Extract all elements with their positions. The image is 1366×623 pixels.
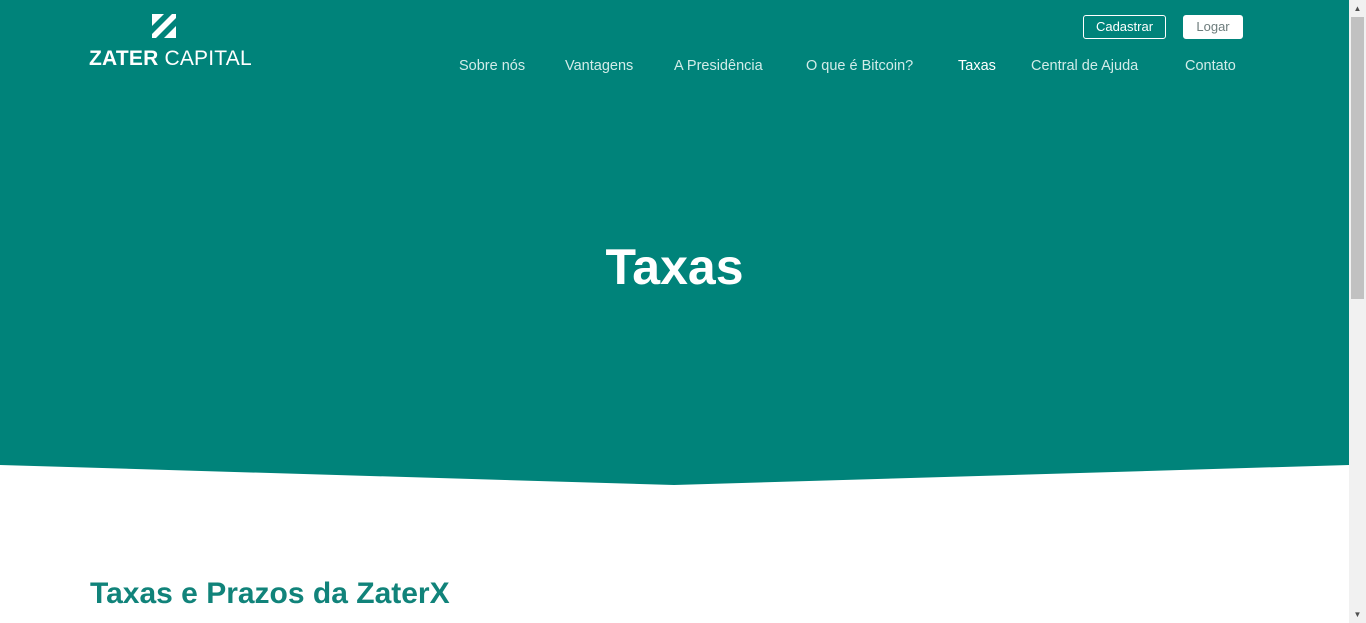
nav-item-taxas[interactable]: Taxas [958,57,996,75]
arrow-up-icon[interactable]: ▲ [1349,0,1366,17]
nav-item-central-de-ajuda[interactable]: Central de Ajuda [1031,57,1138,75]
page: ZATER CAPITAL Cadastrar Logar Sobre nós … [0,0,1349,623]
hero-banner: ZATER CAPITAL Cadastrar Logar Sobre nós … [0,0,1349,485]
vertical-scrollbar[interactable]: ▲ ▼ [1349,0,1366,623]
page-title: Taxas [605,239,744,295]
scrollbar-thumb[interactable] [1351,17,1364,299]
arrow-down-icon[interactable]: ▼ [1349,606,1366,623]
nav-item-bitcoin[interactable]: O que é Bitcoin? [806,57,913,75]
zater-z-icon [152,14,176,38]
nav-item-contato[interactable]: Contato [1185,57,1236,75]
login-button[interactable]: Logar [1183,15,1243,39]
section-title: Taxas e Prazos da ZaterX [90,577,450,610]
register-button[interactable]: Cadastrar [1083,15,1166,39]
nav-item-sobre-nos[interactable]: Sobre nós [459,57,525,75]
main-nav: Sobre nós Vantagens A Presidência O que … [0,57,1349,77]
nav-item-presidencia[interactable]: A Presidência [674,57,763,75]
hero-wave-divider [0,465,1349,486]
nav-item-vantagens[interactable]: Vantagens [565,57,633,75]
